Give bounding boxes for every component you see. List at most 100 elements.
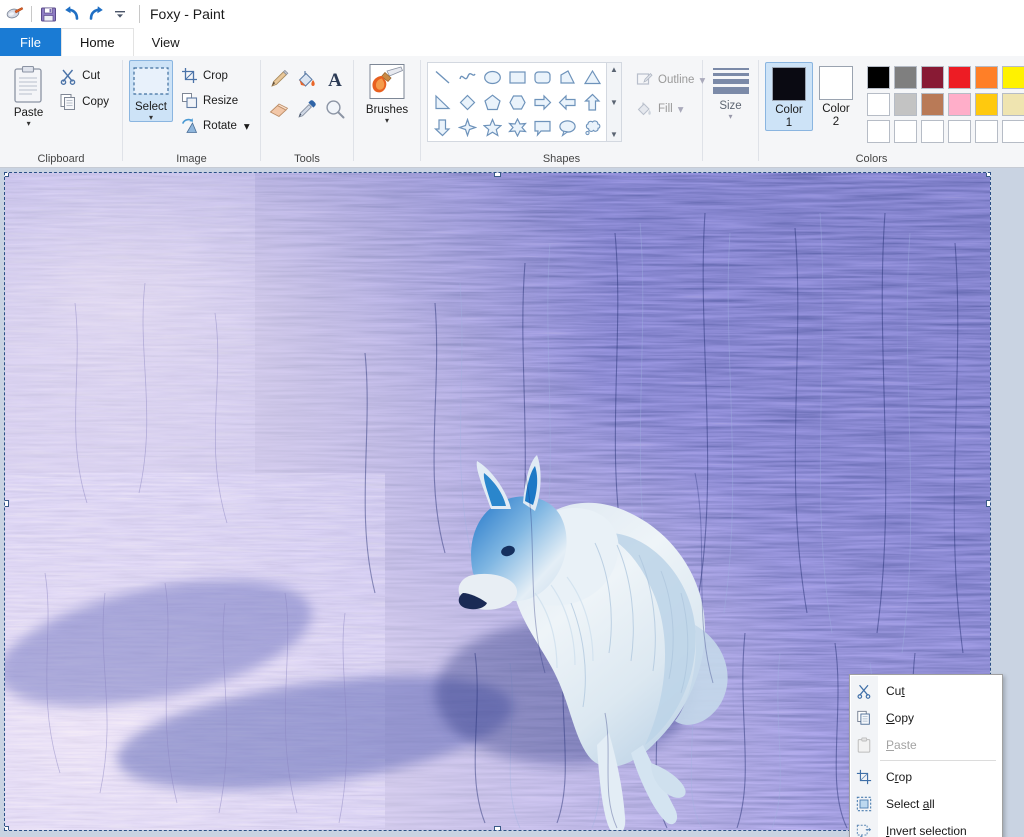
- brushes-button[interactable]: Brushes ▾: [360, 60, 414, 125]
- cut-button[interactable]: Cut: [55, 64, 116, 88]
- canvas-workspace[interactable]: Cut Copy Paste Crop Select all Invert se…: [0, 168, 1024, 837]
- scissors-icon: [850, 683, 878, 699]
- color-picker-tool-icon[interactable]: [293, 94, 321, 124]
- palette-swatch-0-2[interactable]: [921, 66, 944, 89]
- shape-up-arrow[interactable]: [580, 90, 604, 114]
- shapes-scroll-up-icon[interactable]: ▲: [610, 65, 618, 74]
- shape-cloud-callout[interactable]: [580, 115, 604, 139]
- palette-swatch-1-1[interactable]: [894, 93, 917, 116]
- paste-dropdown-caret[interactable]: ▾: [27, 120, 31, 128]
- select-dropdown-caret[interactable]: ▾: [149, 114, 153, 122]
- redo-icon[interactable]: [85, 3, 107, 25]
- selection-handle-sw[interactable]: [5, 826, 9, 830]
- context-menu-item-select-all[interactable]: Select all: [850, 790, 1002, 817]
- selection-handle-s[interactable]: [494, 826, 501, 830]
- shape-polygon[interactable]: [555, 65, 579, 89]
- palette-swatch-1-5[interactable]: [1002, 93, 1024, 116]
- outline-icon: [636, 71, 653, 88]
- canvas-context-menu[interactable]: Cut Copy Paste Crop Select all Invert se…: [849, 674, 1003, 837]
- fill-with-color-tool-icon[interactable]: [293, 64, 321, 94]
- palette-swatch-2-0[interactable]: [867, 120, 890, 143]
- shape-triangle[interactable]: [580, 65, 604, 89]
- context-menu-item-copy[interactable]: Copy: [850, 704, 1002, 731]
- size-group-label: [703, 151, 758, 167]
- shape-oval[interactable]: [480, 65, 504, 89]
- rotate-dropdown-caret[interactable]: ▾: [244, 119, 250, 133]
- shapes-expand-icon[interactable]: ▼: [610, 130, 618, 139]
- palette-swatch-1-4[interactable]: [975, 93, 998, 116]
- magnifier-tool-icon[interactable]: [321, 94, 349, 124]
- undo-icon[interactable]: [61, 3, 83, 25]
- palette-swatch-0-1[interactable]: [894, 66, 917, 89]
- tab-home[interactable]: Home: [60, 28, 134, 56]
- shapes-scrollbar[interactable]: ▲ ▼ ▼: [607, 62, 622, 142]
- image-canvas[interactable]: [4, 172, 991, 831]
- palette-swatch-0-5[interactable]: [1002, 66, 1024, 89]
- shape-down-arrow[interactable]: [430, 115, 454, 139]
- paste-icon: [850, 736, 878, 753]
- selection-handle-n[interactable]: [494, 173, 501, 177]
- shape-pentagon[interactable]: [480, 90, 504, 114]
- pencil-tool-icon[interactable]: [265, 64, 293, 94]
- palette-swatch-2-1[interactable]: [894, 120, 917, 143]
- palette-swatch-1-0[interactable]: [867, 93, 890, 116]
- palette-swatch-1-3[interactable]: [948, 93, 971, 116]
- shape-curve[interactable]: [455, 65, 479, 89]
- paint-logo-icon[interactable]: [4, 3, 26, 25]
- rotate-button[interactable]: Rotate ▾: [177, 114, 257, 137]
- outline-button[interactable]: Outline ▾: [632, 68, 712, 91]
- context-menu-item-invert-selection[interactable]: Invert selection: [850, 817, 1002, 837]
- color-palette[interactable]: [867, 62, 1024, 145]
- palette-swatch-2-4[interactable]: [975, 120, 998, 143]
- shape-six-point-star[interactable]: [505, 115, 529, 139]
- selection-handle-nw[interactable]: [5, 173, 9, 177]
- selection-handle-ne[interactable]: [986, 173, 990, 177]
- shape-oval-callout[interactable]: [555, 115, 579, 139]
- context-menu-item-cut[interactable]: Cut: [850, 677, 1002, 704]
- color-1-swatch[interactable]: [772, 67, 806, 101]
- color-2-slot[interactable]: Color 2: [813, 62, 859, 129]
- shape-left-arrow[interactable]: [555, 90, 579, 114]
- crop-button[interactable]: Crop: [177, 64, 257, 87]
- eraser-tool-icon[interactable]: [265, 94, 293, 124]
- select-button[interactable]: Select ▾: [129, 60, 173, 122]
- save-icon[interactable]: [37, 3, 59, 25]
- resize-button[interactable]: Resize: [177, 89, 257, 112]
- text-tool-icon[interactable]: A: [321, 64, 349, 94]
- shape-rectangle[interactable]: [505, 65, 529, 89]
- palette-swatch-1-2[interactable]: [921, 93, 944, 116]
- shape-diamond[interactable]: [455, 90, 479, 114]
- shape-right-arrow[interactable]: [530, 90, 554, 114]
- palette-swatch-2-3[interactable]: [948, 120, 971, 143]
- copy-button[interactable]: Copy: [55, 90, 116, 114]
- clipboard-group-label: Clipboard: [37, 153, 85, 165]
- shape-four-point-star[interactable]: [455, 115, 479, 139]
- customize-qat-icon[interactable]: [109, 3, 131, 25]
- shape-right-triangle[interactable]: [430, 90, 454, 114]
- selection-handle-w[interactable]: [5, 500, 9, 507]
- fill-label: Fill: [658, 102, 673, 115]
- palette-swatch-0-3[interactable]: [948, 66, 971, 89]
- brushes-dropdown-caret[interactable]: ▾: [385, 117, 389, 125]
- paste-button[interactable]: Paste ▾: [6, 62, 51, 128]
- shape-rounded-rectangle[interactable]: [530, 65, 554, 89]
- palette-swatch-0-4[interactable]: [975, 66, 998, 89]
- shape-hexagon[interactable]: [505, 90, 529, 114]
- color-1-slot[interactable]: Color 1: [765, 62, 813, 131]
- tab-view[interactable]: View: [134, 28, 198, 56]
- color-2-swatch[interactable]: [819, 66, 853, 100]
- palette-swatch-2-2[interactable]: [921, 120, 944, 143]
- size-dropdown-caret[interactable]: ▾: [728, 113, 732, 121]
- context-menu-item-crop[interactable]: Crop: [850, 763, 1002, 790]
- shape-five-point-star[interactable]: [480, 115, 504, 139]
- fill-button[interactable]: Fill ▾: [632, 97, 712, 120]
- shape-line[interactable]: [430, 65, 454, 89]
- shape-rounded-callout[interactable]: [530, 115, 554, 139]
- size-button[interactable]: Size ▾: [709, 60, 753, 121]
- palette-swatch-2-5[interactable]: [1002, 120, 1024, 143]
- tab-file[interactable]: File: [0, 28, 61, 56]
- fill-dropdown-caret[interactable]: ▾: [678, 102, 684, 116]
- selection-handle-e[interactable]: [986, 500, 990, 507]
- palette-swatch-0-0[interactable]: [867, 66, 890, 89]
- shapes-scroll-down-icon[interactable]: ▼: [610, 98, 618, 107]
